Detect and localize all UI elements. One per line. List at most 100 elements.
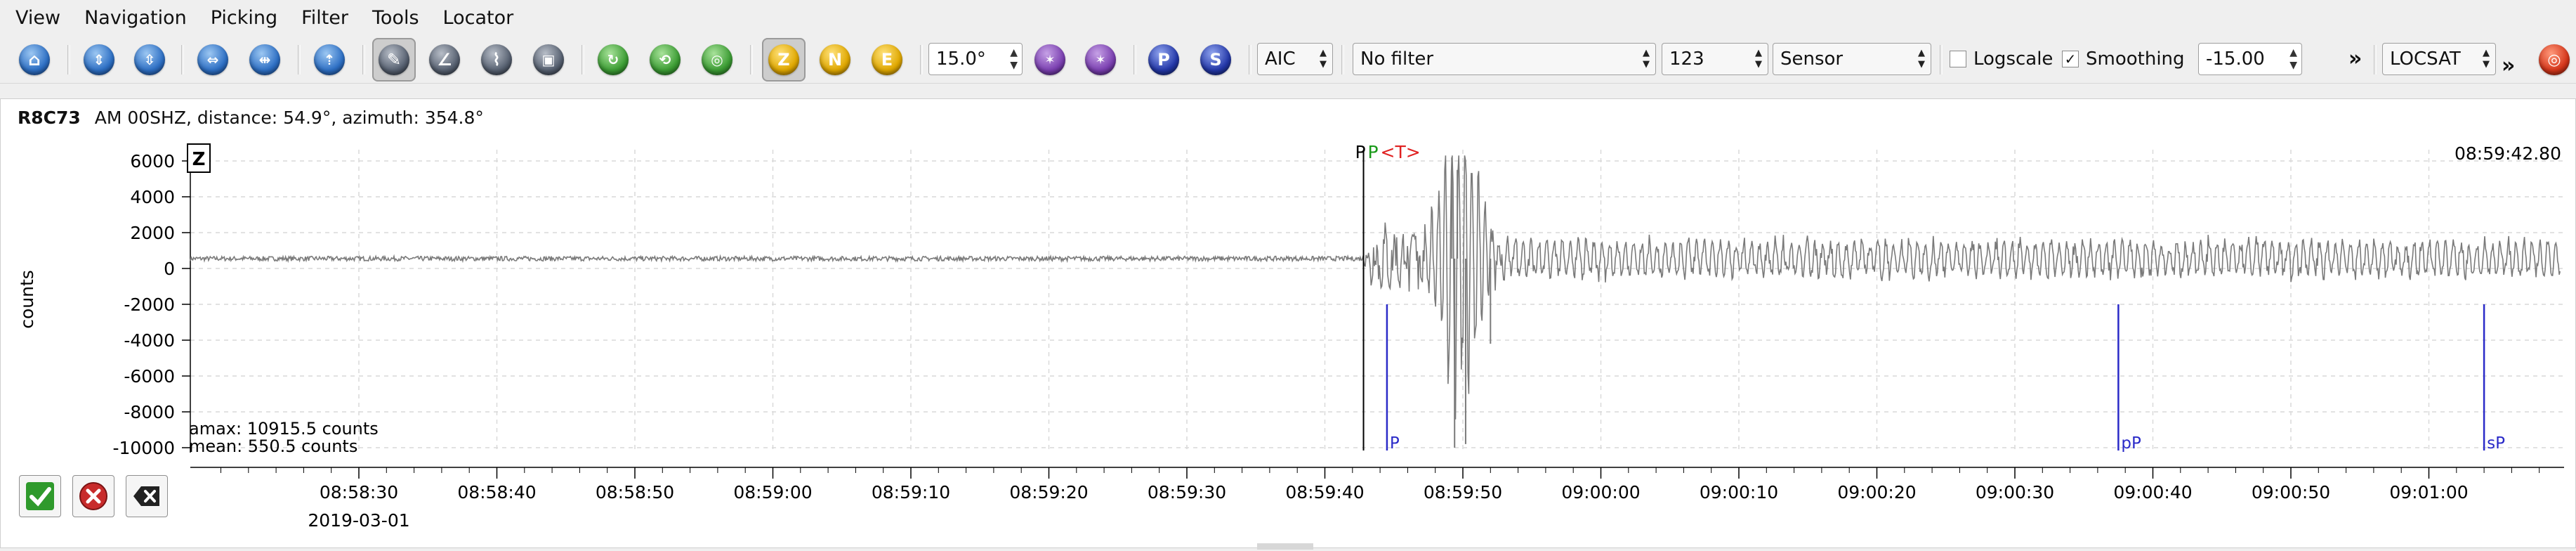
toolbar-separator xyxy=(1249,45,1251,74)
rotation-spinbox[interactable]: 15.0° ▲ ▼ xyxy=(928,43,1023,75)
x-tick-label: 08:59:00 xyxy=(733,482,812,503)
logscale-checkbox[interactable]: Logscale xyxy=(1950,45,2053,73)
x-tick-label: 08:59:50 xyxy=(1424,482,1502,503)
rotate-right-icon: ✶ xyxy=(1085,44,1116,75)
logscale-label: Logscale xyxy=(1973,48,2053,70)
phase-p-button[interactable]: P xyxy=(1142,38,1185,82)
filter-number-value: 123 xyxy=(1669,48,1704,70)
phase-s-button[interactable]: S xyxy=(1194,38,1237,82)
filter-value: No filter xyxy=(1360,48,1434,70)
phase-check-button[interactable]: ◎ xyxy=(695,38,739,82)
locate-button[interactable]: ◎ xyxy=(2532,38,2576,82)
toolbar-separator xyxy=(920,45,923,74)
trace-info: AM 00SHZ, distance: 54.9°, azimuth: 354.… xyxy=(94,108,484,128)
toolbar-separator xyxy=(1341,45,1344,74)
scrollbar-handle[interactable] xyxy=(1257,543,1313,550)
x-tick-label: 09:00:20 xyxy=(1837,482,1916,503)
y-tick-label: -10000 xyxy=(112,438,175,458)
toolbar-separator xyxy=(2374,45,2377,74)
offset-value: -15.00 xyxy=(2206,48,2265,70)
toolbar-overflow-icon[interactable]: » xyxy=(2502,53,2515,78)
delete-pick-button[interactable] xyxy=(126,475,168,517)
pick-tool-button[interactable]: ✎ xyxy=(372,38,416,82)
rotate-right-button[interactable]: ✶ xyxy=(1079,38,1122,82)
spin-arrows-icon[interactable]: ▲ ▼ xyxy=(1010,46,1018,72)
y-tick-label: -8000 xyxy=(124,402,175,422)
chevron-updown-icon: ▲ ▼ xyxy=(1643,48,1650,70)
pick-label: P xyxy=(1355,142,1366,162)
accept-button[interactable] xyxy=(19,475,61,517)
component-e-label: E xyxy=(872,44,902,75)
filter-select[interactable]: No filter ▲ ▼ xyxy=(1353,43,1656,75)
date-label: 2019-03-01 xyxy=(308,510,409,531)
checkmark-icon xyxy=(26,482,54,510)
x-tick-label: 08:59:20 xyxy=(1009,482,1088,503)
cancel-icon xyxy=(79,482,107,510)
x-tick-label: 09:00:40 xyxy=(2113,482,2192,503)
checkbox-unchecked-icon[interactable] xyxy=(1950,51,1966,67)
toolbar-separator xyxy=(1133,45,1136,74)
trace-plot[interactable]: 6000 4000 2000 0 -2000 -4000 -6000 -8000 -10000 0… xyxy=(1,99,2575,547)
delete-icon xyxy=(133,486,159,506)
y-tick-label: 4000 xyxy=(130,187,175,207)
x-tick-label: 08:59:30 xyxy=(1148,482,1226,503)
x-tick-label: 09:00:00 xyxy=(1561,482,1640,503)
x-tick-label: 08:59:40 xyxy=(1285,482,1364,503)
menu-filter[interactable]: Filter xyxy=(287,0,358,37)
trace-panel: 6000 4000 2000 0 -2000 -4000 -6000 -8000 -10000 0… xyxy=(0,98,2576,548)
amax-label: amax: 10915.5 counts xyxy=(189,419,379,439)
checkbox-checked-icon[interactable]: ✓ xyxy=(2062,51,2079,67)
phase-red-button[interactable]: ⟲ xyxy=(643,38,687,82)
angle-tool-button[interactable]: ∠ xyxy=(423,38,466,82)
component-n-button[interactable]: N xyxy=(813,38,857,82)
component-z-button[interactable]: Z xyxy=(762,38,806,82)
component-e-button[interactable]: E xyxy=(865,38,909,82)
rotate-left-button[interactable]: ✶ xyxy=(1028,38,1072,82)
y-axis-title: counts xyxy=(17,270,37,329)
y-tick-label: -6000 xyxy=(124,366,175,387)
component-z-label: Z xyxy=(768,44,799,75)
save-button[interactable]: ▣ xyxy=(527,38,570,82)
x-tick-label: 09:00:10 xyxy=(1700,482,1778,503)
mean-label: mean: 550.5 counts xyxy=(189,436,357,456)
smoothing-label: Smoothing xyxy=(2086,48,2185,70)
scroll-up-button[interactable]: ⇕ xyxy=(77,38,121,82)
save-icon: ▣ xyxy=(533,44,564,75)
toolbar-separator xyxy=(298,45,301,74)
reject-button[interactable] xyxy=(72,475,114,517)
menu-view[interactable]: View xyxy=(0,0,70,37)
chevron-updown-icon: ▲ ▼ xyxy=(1755,48,1762,70)
home-button[interactable]: ⌂ xyxy=(13,38,56,82)
trace-header: R8C73 AM 00SHZ, distance: 54.9°, azimuth… xyxy=(18,108,484,128)
offset-spinbox[interactable]: -15.00 ▲ ▼ xyxy=(2198,43,2302,75)
picker-method-value: AIC xyxy=(1265,48,1296,70)
pick-label: P xyxy=(1368,142,1379,162)
unit-select[interactable]: Sensor ▲ ▼ xyxy=(1773,43,1931,75)
scroll-left-button[interactable]: ⇔ xyxy=(191,38,235,82)
scroll-right-button[interactable]: ⇹ xyxy=(243,38,287,82)
menu-locator[interactable]: Locator xyxy=(429,0,524,37)
chevron-updown-icon: ▲ ▼ xyxy=(1320,48,1327,70)
toolbar-overflow-icon[interactable]: » xyxy=(2348,46,2362,71)
station-code: R8C73 xyxy=(18,108,81,128)
scroll-up-icon: ⇕ xyxy=(84,44,114,75)
menu-picking[interactable]: Picking xyxy=(197,0,287,37)
locator-select[interactable]: LOCSAT ▲ ▼ xyxy=(2382,43,2496,75)
filter-number-select[interactable]: 123 ▲ ▼ xyxy=(1662,43,1768,75)
spin-arrows-icon[interactable]: ▲ ▼ xyxy=(2289,46,2297,72)
picker-method-select[interactable]: AIC ▲ ▼ xyxy=(1257,43,1333,75)
y-tick-label: -4000 xyxy=(124,330,175,351)
phase-green-button[interactable]: ↻ xyxy=(591,38,635,82)
component-label: Z xyxy=(192,149,206,170)
y-tick-label: 0 xyxy=(164,259,175,279)
smoothing-checkbox[interactable]: ✓ Smoothing xyxy=(2062,45,2185,73)
phase-p-label: P xyxy=(1148,44,1179,75)
toolbar-separator xyxy=(67,45,70,74)
scroll-down-button[interactable]: ⇳ xyxy=(128,38,171,82)
zoom-in-button[interactable]: ⇡ xyxy=(308,38,351,82)
menu-navigation[interactable]: Navigation xyxy=(70,0,197,37)
spectrum-button[interactable]: ⌇ xyxy=(475,38,518,82)
menu-tools[interactable]: Tools xyxy=(358,0,429,37)
time-label: 08:59:42.80 xyxy=(2455,143,2561,164)
theoretical-pick-label: P xyxy=(1390,434,1400,453)
